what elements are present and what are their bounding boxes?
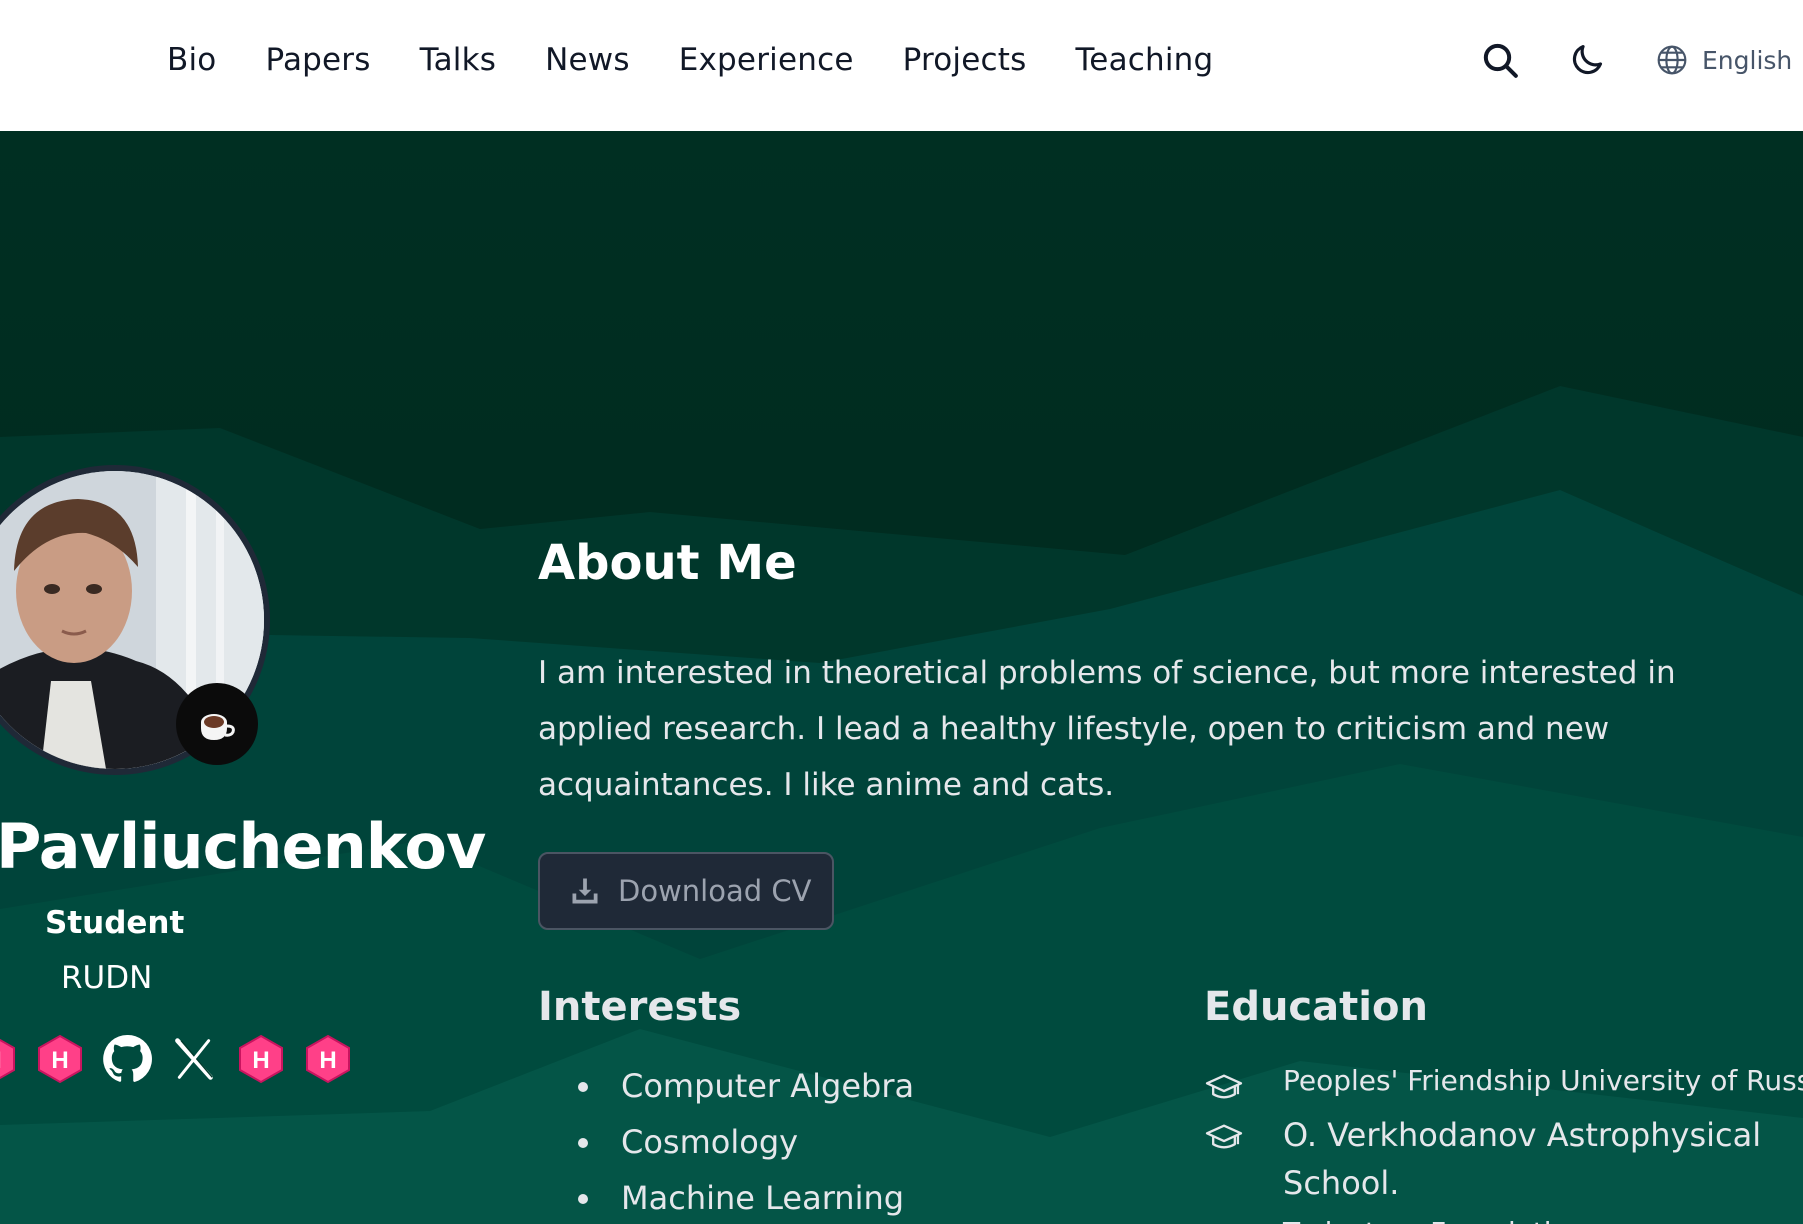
education-name: O. Verkhodanov Astrophysical School. (1283, 1116, 1762, 1202)
nav-item-projects[interactable]: Projects (903, 42, 1027, 78)
about-text: I am interested in theoretical problems … (538, 655, 1676, 803)
social-link-hugo-4[interactable]: H (303, 1034, 353, 1084)
download-icon (572, 878, 598, 904)
social-links: H H H H (0, 1034, 353, 1084)
globe-icon (1657, 45, 1687, 75)
nav-tools: English (1480, 0, 1792, 120)
svg-text:H: H (51, 1047, 68, 1074)
interests-title: Interests (538, 984, 742, 1030)
moon-icon (1572, 44, 1603, 75)
social-link-x[interactable] (169, 1034, 219, 1084)
search-icon (1483, 43, 1518, 78)
nav-item-papers[interactable]: Papers (265, 42, 370, 78)
hero-section: Pavliuchenkov Student RUDN H H H H About… (0, 131, 1803, 1224)
theme-toggle-button[interactable] (1568, 41, 1606, 79)
github-icon (103, 1035, 152, 1082)
nav-item-talks[interactable]: Talks (420, 42, 497, 78)
about-title: About Me (538, 535, 797, 591)
education-name: Trajectory Foundation (1283, 1213, 1803, 1224)
graduation-cap-icon (1205, 1124, 1243, 1149)
profile-organization: RUDN (61, 960, 153, 996)
status-badge (176, 683, 258, 765)
education-name: Peoples' Friendship University of Russia (1283, 1064, 1803, 1097)
social-link-hugo-2[interactable]: H (35, 1034, 85, 1084)
hugo-icon: H (306, 1034, 350, 1084)
svg-text:H: H (319, 1047, 336, 1074)
nav-item-bio[interactable]: Bio (167, 42, 216, 78)
language-label: English (1702, 45, 1793, 75)
interest-item: Machine Learning (578, 1176, 914, 1224)
top-navbar: Bio Papers Talks News Experience Project… (0, 0, 1803, 131)
nav-item-experience[interactable]: Experience (679, 42, 854, 78)
social-link-hugo-1[interactable]: H (0, 1034, 18, 1084)
interest-item: Cosmology (578, 1120, 914, 1176)
education-item: O. Verkhodanov Astrophysical School. (1205, 1111, 1803, 1207)
nav-item-teaching[interactable]: Teaching (1075, 42, 1213, 78)
education-title: Education (1204, 984, 1428, 1030)
search-button[interactable] (1480, 40, 1520, 80)
graduation-cap-icon (1205, 1074, 1243, 1099)
profile-role: Student (45, 905, 185, 941)
hugo-icon: H (0, 1038, 15, 1080)
social-link-github[interactable] (102, 1034, 152, 1084)
svg-text:H: H (0, 1047, 2, 1074)
education-item: Trajectory Foundation (1205, 1213, 1803, 1224)
hugo-icon: H (38, 1034, 82, 1084)
coffee-icon (201, 714, 235, 740)
education-list: Peoples' Friendship University of Russia… (1205, 1061, 1803, 1224)
profile-name: Pavliuchenkov (0, 810, 486, 883)
svg-text:H: H (252, 1047, 269, 1074)
download-cv-label: Download CV (618, 874, 812, 908)
language-selector[interactable]: English (1656, 44, 1792, 76)
nav-links: Bio Papers Talks News Experience Project… (167, 0, 1213, 120)
education-item: Peoples' Friendship University of Russia (1205, 1061, 1803, 1101)
interests-list: Computer Algebra Cosmology Machine Learn… (578, 1064, 914, 1224)
nav-item-news[interactable]: News (545, 42, 630, 78)
hugo-icon: H (239, 1034, 283, 1084)
interest-item: Computer Algebra (578, 1064, 914, 1120)
social-link-hugo-3[interactable]: H (236, 1034, 286, 1084)
download-cv-button[interactable]: Download CV (538, 852, 834, 930)
x-icon (175, 1038, 213, 1080)
